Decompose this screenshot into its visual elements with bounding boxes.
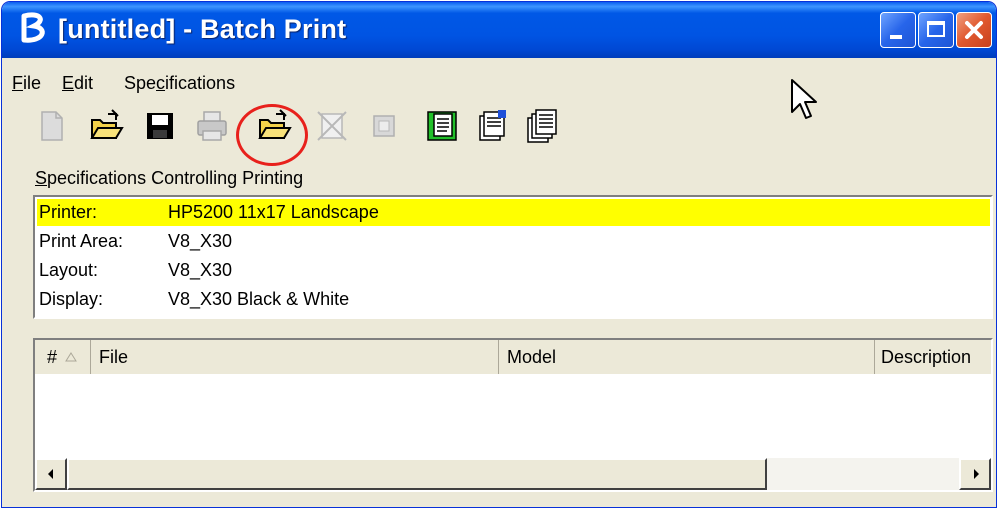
spec-row-display[interactable]: Display: V8_X30 Black & White (37, 286, 990, 313)
remove-icon (317, 111, 347, 141)
spec-row-layout[interactable]: Layout: V8_X30 (37, 257, 990, 284)
menu-edit-accelerator: E (62, 73, 75, 93)
menu-file-label: ile (23, 73, 42, 93)
menu-bar: File Edit Specifications (2, 62, 996, 98)
green-document-icon (427, 111, 457, 141)
properties-button[interactable] (472, 106, 512, 146)
save-button[interactable] (140, 106, 180, 146)
batch-print-window: [untitled] - Batch Print File Edit Speci… (2, 2, 996, 507)
specifications-heading-accelerator: S (35, 168, 48, 188)
menu-edit-label: dit (74, 73, 94, 93)
menu-file-accelerator: F (12, 73, 23, 93)
toolbar (2, 98, 996, 154)
column-header-number[interactable]: # (35, 340, 91, 374)
maximize-button[interactable] (918, 12, 954, 48)
select-icon (373, 115, 395, 137)
column-header-label: Model (507, 347, 557, 367)
spec-value: V8_X30 (168, 260, 233, 280)
scroll-right-button[interactable] (959, 458, 991, 490)
menu-specifications-label-start: Spe (124, 73, 157, 93)
specifications-list[interactable]: Printer: HP5200 11x17 Landscape Print Ar… (33, 195, 993, 319)
column-header-label: # (47, 347, 58, 367)
remove-button[interactable] (312, 106, 352, 146)
print-icon (197, 111, 227, 141)
new-file-icon (41, 111, 63, 141)
open-folder-icon (90, 109, 124, 139)
window-title: [untitled] - Batch Print (58, 14, 347, 44)
specifications-heading: Specifications Controlling Printing (35, 168, 303, 189)
microstation-app-icon (21, 12, 45, 43)
spec-value: V8_X30 (168, 231, 233, 251)
properties-icon (479, 110, 506, 141)
column-header-file[interactable]: File (91, 340, 499, 374)
spec-row-printer[interactable]: Printer: HP5200 11x17 Landscape (37, 199, 990, 226)
document-list-button[interactable] (522, 106, 562, 146)
menu-specifications[interactable]: Specifications (124, 73, 235, 94)
spec-key: Layout: (39, 260, 99, 280)
open-file-button[interactable] (86, 106, 126, 146)
spec-value: HP5200 11x17 Landscape (168, 202, 379, 222)
file-list-header: # File Model Description (35, 340, 991, 374)
scroll-thumb[interactable] (67, 458, 767, 490)
sort-ascending-icon (65, 352, 77, 362)
menu-specifications-accelerator: c (156, 73, 166, 93)
spec-row-print-area[interactable]: Print Area: V8_X30 (37, 228, 990, 255)
spec-key: Print Area: (39, 231, 124, 251)
menu-specifications-label-end: ifications (165, 73, 236, 93)
menu-file[interactable]: File (12, 73, 41, 94)
maximize-icon (927, 21, 945, 37)
minimize-button[interactable] (880, 12, 916, 48)
column-header-label: File (99, 347, 129, 367)
file-list[interactable]: # File Model Description (33, 338, 993, 492)
close-button[interactable] (956, 12, 992, 48)
spec-key: Printer: (39, 202, 98, 222)
specifications-heading-label: pecifications Controlling Printing (47, 168, 304, 188)
document-list-icon (527, 109, 557, 143)
print-button[interactable] (192, 106, 232, 146)
title-bar[interactable]: [untitled] - Batch Print (2, 2, 996, 58)
horizontal-scrollbar[interactable] (35, 458, 991, 490)
new-file-button[interactable] (32, 106, 72, 146)
close-icon (965, 21, 983, 39)
mouse-cursor-icon (791, 79, 817, 119)
arrow-left-icon (48, 469, 53, 479)
spec-key: Display: (39, 289, 104, 309)
green-document-button[interactable] (422, 106, 462, 146)
menu-edit[interactable]: Edit (62, 73, 93, 94)
arrow-right-icon (974, 469, 979, 479)
save-disk-icon (147, 113, 173, 139)
column-header-model[interactable]: Model (499, 340, 875, 374)
scroll-left-button[interactable] (35, 458, 67, 490)
column-header-description[interactable]: Description (875, 340, 991, 374)
column-header-label: Description (881, 347, 972, 367)
spec-value: V8_X30 Black & White (168, 289, 350, 309)
select-button[interactable] (364, 106, 404, 146)
minimize-icon (890, 35, 902, 39)
highlight-circle-annotation (236, 104, 308, 166)
